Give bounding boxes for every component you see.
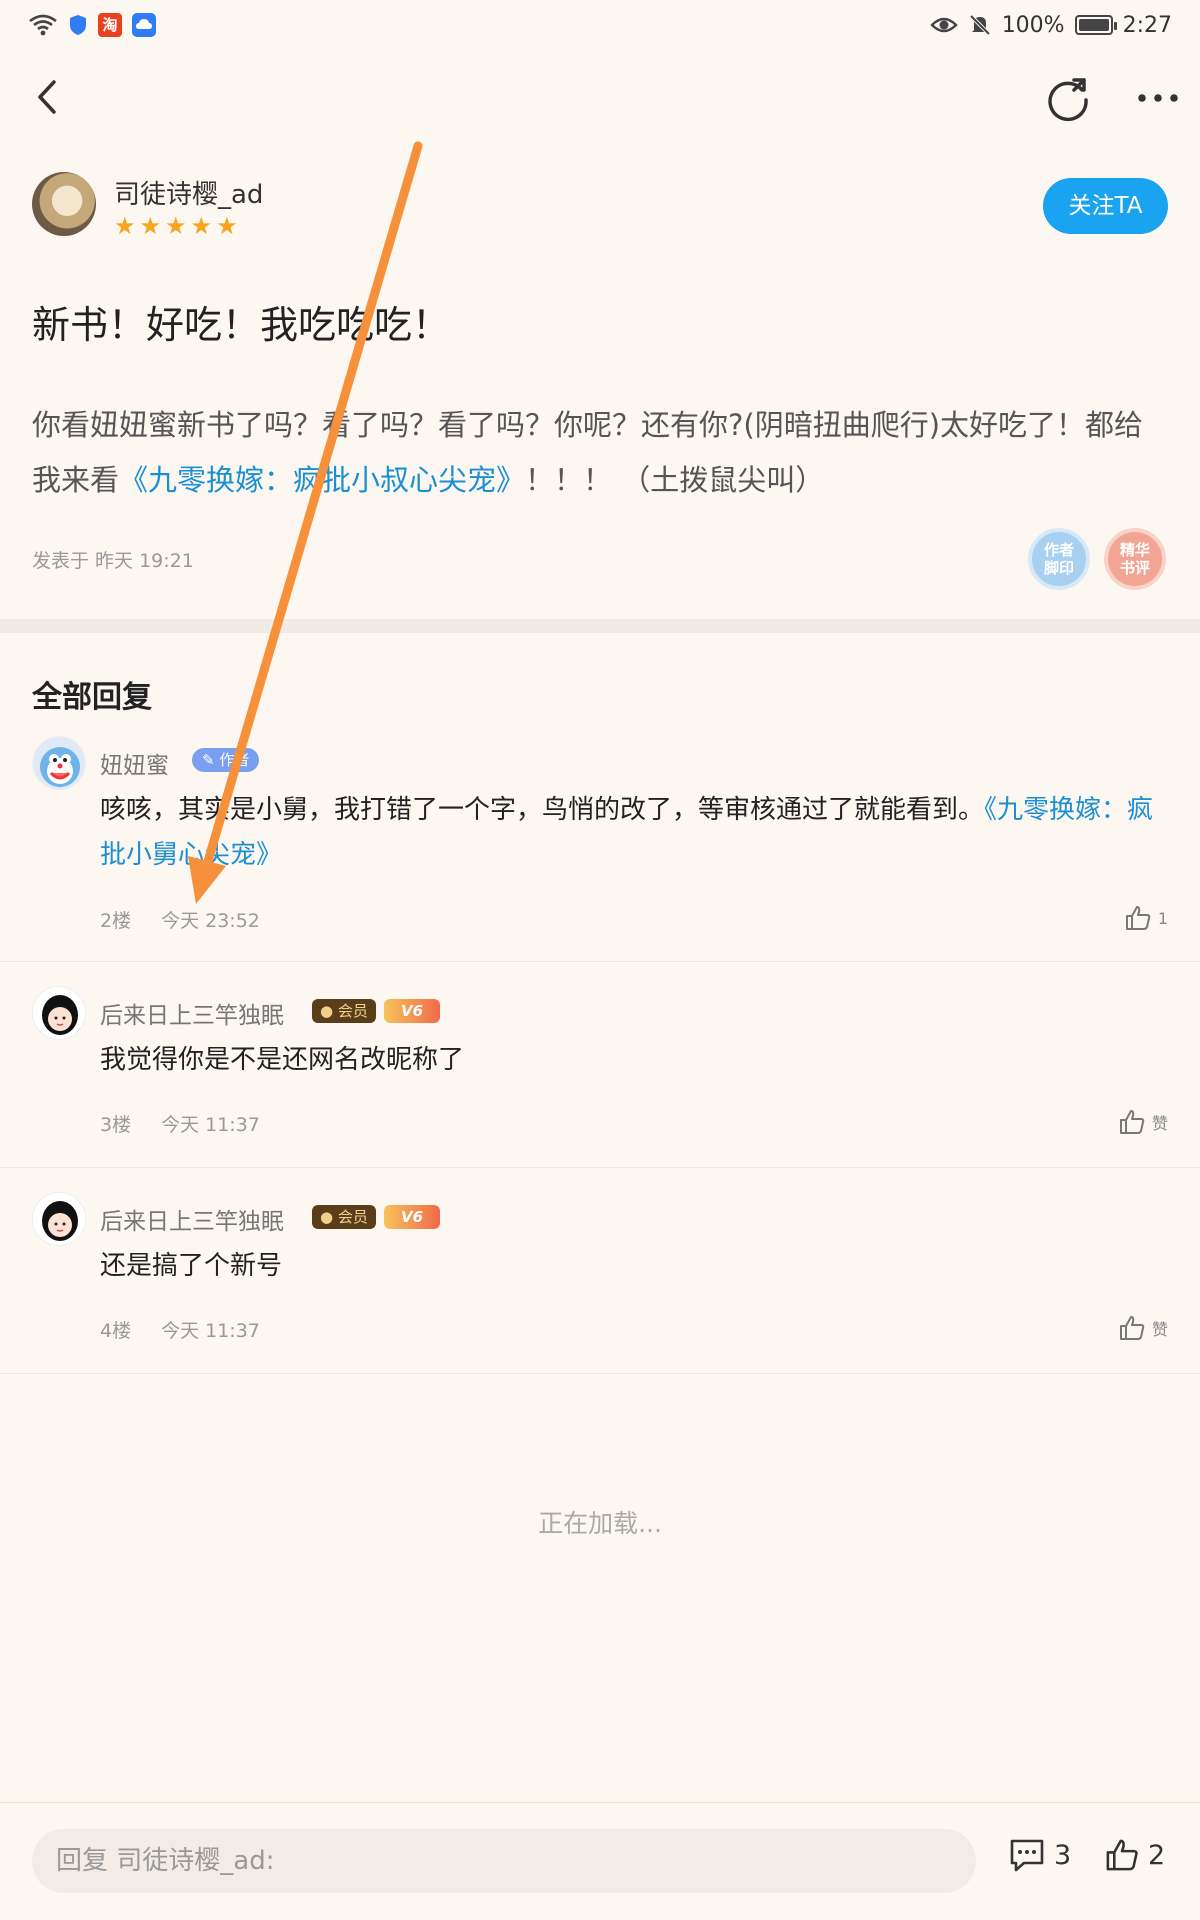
loading-indicator: 正在加载... — [538, 1509, 662, 1538]
author-footprint-badge-label: 作者 脚印 — [1043, 541, 1074, 577]
essence-review-badge: 精华 书评 — [1104, 528, 1166, 590]
reply-floor: 2楼 — [100, 910, 132, 932]
thumbs-up-icon — [1106, 1839, 1138, 1871]
reply-text: 还是搞了个新号 — [100, 1251, 283, 1281]
battery-percent: 100% — [1001, 12, 1065, 38]
bell-mute-icon — [968, 13, 992, 37]
star-icon: ★ — [165, 212, 187, 240]
reply-divider — [0, 1167, 1200, 1168]
back-button[interactable] — [24, 72, 74, 122]
like-button[interactable]: 1 — [1124, 904, 1168, 932]
post-body: 你看妞妞蜜新书了吗？看了吗？看了吗？你呢？还有你?(阴暗扭曲爬行)太好吃了！都给… — [32, 398, 1172, 508]
eye-icon — [929, 15, 958, 35]
like-label: 赞 — [1151, 1114, 1168, 1133]
star-icon: ★ — [114, 212, 136, 240]
annotation-arrow — [188, 141, 423, 904]
reply-text-body: 咳咳，其实是小舅，我打错了一个字，鸟悄的改了，等审核通过了就能看到。 — [100, 795, 985, 825]
author-tag-label: 作者 — [219, 751, 250, 769]
author-tag: ✎ 作者 — [192, 748, 260, 772]
comment-count: 3 — [1054, 1839, 1072, 1871]
comment-icon — [1010, 1839, 1044, 1872]
status-right: 100% 2:27 — [929, 12, 1172, 38]
like-label: 赞 — [1151, 1320, 1168, 1339]
top-nav — [0, 60, 1200, 140]
girl-avatar-icon — [33, 987, 85, 1039]
author-row: 司徒诗樱_ad ★ ★ ★ ★ ★ 关注TA — [32, 170, 1172, 250]
author-avatar[interactable] — [32, 172, 96, 236]
like-button[interactable]: 赞 — [1118, 1108, 1168, 1136]
reply-avatar[interactable] — [32, 986, 86, 1040]
thumbs-up-icon — [1119, 1316, 1145, 1340]
member-tag-label: 会员 — [337, 1208, 368, 1226]
reply-text: 我觉得你是不是还网名改昵称了 — [100, 1045, 465, 1075]
post-timestamp: 发表于 昨天 19:21 — [32, 550, 194, 572]
chevron-left-icon — [38, 80, 56, 114]
more-dots-icon — [1138, 94, 1178, 102]
star-icon: ★ — [190, 212, 213, 240]
member-tag: ● 会员 — [312, 999, 376, 1023]
battery-icon — [1074, 15, 1117, 35]
section-divider — [0, 619, 1200, 633]
vip-level-tag: V6 — [384, 999, 440, 1023]
cat-avatar-icon — [33, 737, 85, 789]
reply-time: 今天 11:37 — [161, 1114, 260, 1136]
follow-button[interactable]: 关注TA — [1043, 178, 1168, 234]
reply-divider — [0, 1373, 1200, 1374]
reply-username[interactable]: 后来日上三竿独眠 — [100, 1202, 284, 1236]
comment-button[interactable]: 3 — [1008, 1837, 1071, 1873]
reply-floor: 4楼 — [100, 1320, 132, 1342]
author-rating: ★ ★ ★ ★ ★ — [114, 214, 238, 238]
status-left: 淘 — [28, 13, 156, 37]
wifi-icon — [28, 13, 58, 37]
like-count: 1 — [1157, 908, 1168, 928]
vip-level-tag: V6 — [384, 1205, 440, 1229]
star-icon: ★ — [139, 212, 162, 240]
reply-time: 今天 23:52 — [161, 910, 260, 932]
thumbs-up-icon — [1125, 906, 1151, 930]
more-button[interactable] — [1130, 70, 1186, 126]
clock: 2:27 — [1122, 12, 1172, 38]
refresh-icon — [1048, 78, 1088, 122]
thumbs-up-icon — [1119, 1110, 1145, 1134]
book-link[interactable]: 《九零换嫁：疯批小叔心尖宠》 — [119, 463, 525, 497]
reply-username[interactable]: 妞妞蜜 — [100, 746, 169, 780]
taobao-app-icon: 淘 — [98, 13, 122, 37]
cloud-app-icon — [132, 13, 156, 37]
reply-avatar[interactable] — [32, 1192, 86, 1246]
member-tag-label: 会员 — [337, 1002, 368, 1020]
like-post-button[interactable]: 2 — [1104, 1837, 1165, 1873]
member-tag: ● 会员 — [312, 1205, 376, 1229]
replies-heading: 全部回复 — [32, 680, 152, 715]
like-button[interactable]: 赞 — [1118, 1314, 1168, 1342]
reply-meta: 4楼 今天 11:37 — [100, 1316, 260, 1343]
refresh-button[interactable] — [1040, 70, 1096, 126]
post-body-suffix: ！！！ （土拨鼠尖叫） — [525, 463, 825, 497]
reply-meta: 2楼 今天 23:52 — [100, 906, 260, 933]
shield-icon — [68, 13, 88, 37]
bottom-bar: 回复 司徒诗樱_ad: 3 2 — [0, 1802, 1200, 1920]
reply-item: 妞妞蜜 ✎ 作者 咳咳，其实是小舅，我打错了一个字，鸟悄的改了，等审核通过了就能… — [0, 736, 1200, 960]
reply-item: 后来日上三竿独眠 ● 会员 V6 我觉得你是不是还网名改昵称了 3楼 今天 11:… — [0, 986, 1200, 1156]
reply-input[interactable]: 回复 司徒诗樱_ad: — [32, 1829, 976, 1893]
reply-text: 咳咳，其实是小舅，我打错了一个字，鸟悄的改了，等审核通过了就能看到。《九零换嫁：… — [100, 788, 1170, 878]
author-name[interactable]: 司徒诗樱_ad — [114, 174, 263, 211]
post-title: 新书！好吃！我吃吃吃！ — [32, 303, 451, 347]
status-bar: 淘 100% 2:27 — [0, 0, 1200, 50]
author-footprint-badge: 作者 脚印 — [1028, 528, 1090, 590]
reply-avatar[interactable] — [32, 736, 86, 790]
essence-review-badge-label: 精华 书评 — [1119, 541, 1150, 577]
star-icon: ★ — [216, 212, 238, 240]
reply-floor: 3楼 — [100, 1114, 132, 1136]
reply-time: 今天 11:37 — [161, 1320, 260, 1342]
reply-item: 后来日上三竿独眠 ● 会员 V6 还是搞了个新号 4楼 今天 11:37 赞 — [0, 1192, 1200, 1362]
reply-meta: 3楼 今天 11:37 — [100, 1110, 260, 1137]
like-count: 2 — [1148, 1839, 1166, 1871]
reply-username[interactable]: 后来日上三竿独眠 — [100, 996, 284, 1030]
girl-avatar-icon — [33, 1193, 85, 1245]
reply-divider — [0, 961, 1200, 962]
